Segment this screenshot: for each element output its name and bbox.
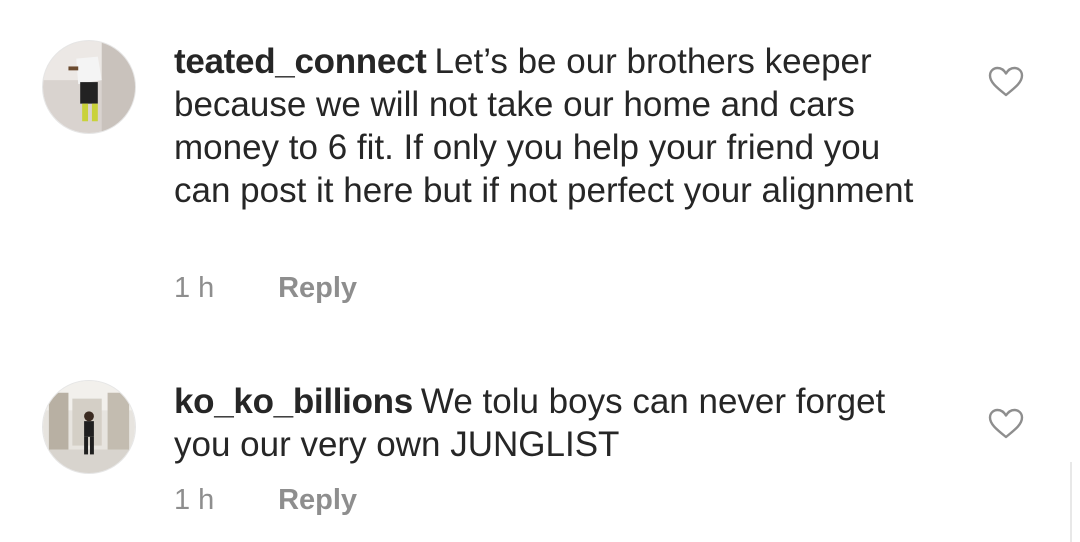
scroll-edge-divider (1070, 462, 1072, 542)
avatar[interactable] (42, 40, 136, 134)
comment-meta: 1 h Reply (174, 483, 357, 517)
avatar-photo-icon (43, 381, 135, 473)
heart-outline-icon (988, 66, 1024, 97)
like-button[interactable] (988, 66, 1024, 98)
reply-button[interactable]: Reply (278, 272, 357, 304)
avatar[interactable] (42, 380, 136, 474)
like-button[interactable] (988, 408, 1024, 440)
avatar-photo-icon (43, 41, 135, 133)
comment-username[interactable]: ko_ko_billions (174, 382, 413, 421)
comment-meta: 1 h Reply (174, 271, 357, 305)
comment-body: teated_connect Let’s be our brothers keep… (174, 40, 914, 212)
comment-username[interactable]: teated_connect (174, 42, 427, 81)
heart-outline-icon (988, 408, 1024, 439)
comment-body: ko_ko_billions We tolu boys can never for… (174, 380, 914, 466)
comment-timestamp: 1 h (174, 484, 215, 516)
reply-button[interactable]: Reply (278, 484, 357, 516)
comment-timestamp: 1 h (174, 272, 215, 304)
